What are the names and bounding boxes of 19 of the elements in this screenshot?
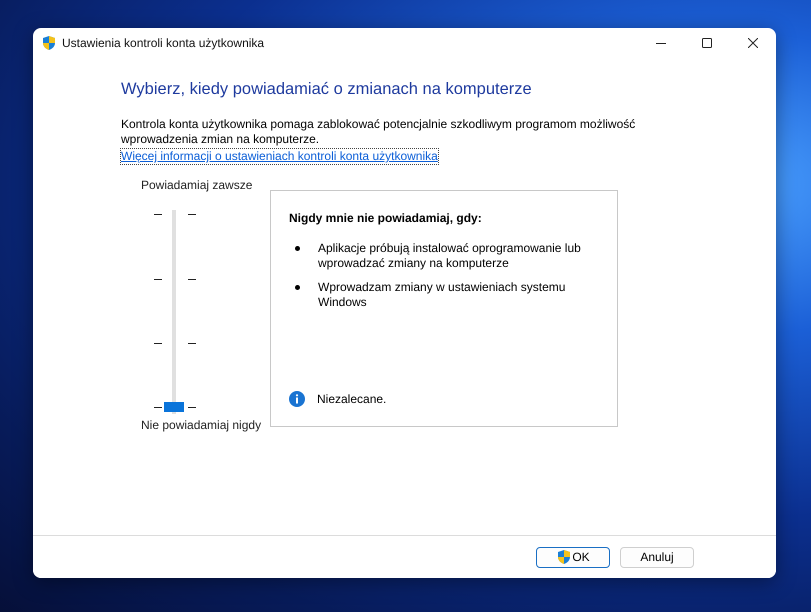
bullet-text: Wprowadzam zmiany w ustawieniach systemu Windows <box>318 280 566 310</box>
note-text: Niezalecane. <box>317 392 386 406</box>
page-heading: Wybierz, kiedy powiadamiać o zmianach na komputerze <box>121 80 533 99</box>
close-icon <box>748 38 758 48</box>
info-link[interactable]: Więcej informacji o ustawieniach kontroli konta użytkownika <box>121 149 438 164</box>
info-icon <box>289 391 305 407</box>
maximize-icon <box>702 38 712 48</box>
slider-thumb[interactable] <box>164 402 184 412</box>
bullet-icon <box>295 246 300 251</box>
panel-title: Nigdy mnie nie powiadamiaj, gdy: <box>289 211 483 225</box>
description-text: Kontrola konta użytkownika pomaga zablokować potencjalnie szkodliwym programom możliwość wprowadzenia zmian na komputerze. <box>121 117 636 147</box>
slider-bottom-label: Nie powiadamiaj nigdy <box>141 418 262 432</box>
cancel-button[interactable]: Anuluj <box>620 546 694 568</box>
window-title: Ustawienia kontroli konta użytkownika <box>62 36 264 50</box>
shield-icon <box>41 35 57 51</box>
bullet-icon <box>295 285 300 290</box>
bullet-text: Aplikacje próbują instalować oprogramowanie lub wprowadzać zmiany na komputerze <box>318 241 582 271</box>
ok-button[interactable]: OK <box>536 546 610 568</box>
slider-top-label: Powiadamiaj zawsze <box>141 178 254 192</box>
